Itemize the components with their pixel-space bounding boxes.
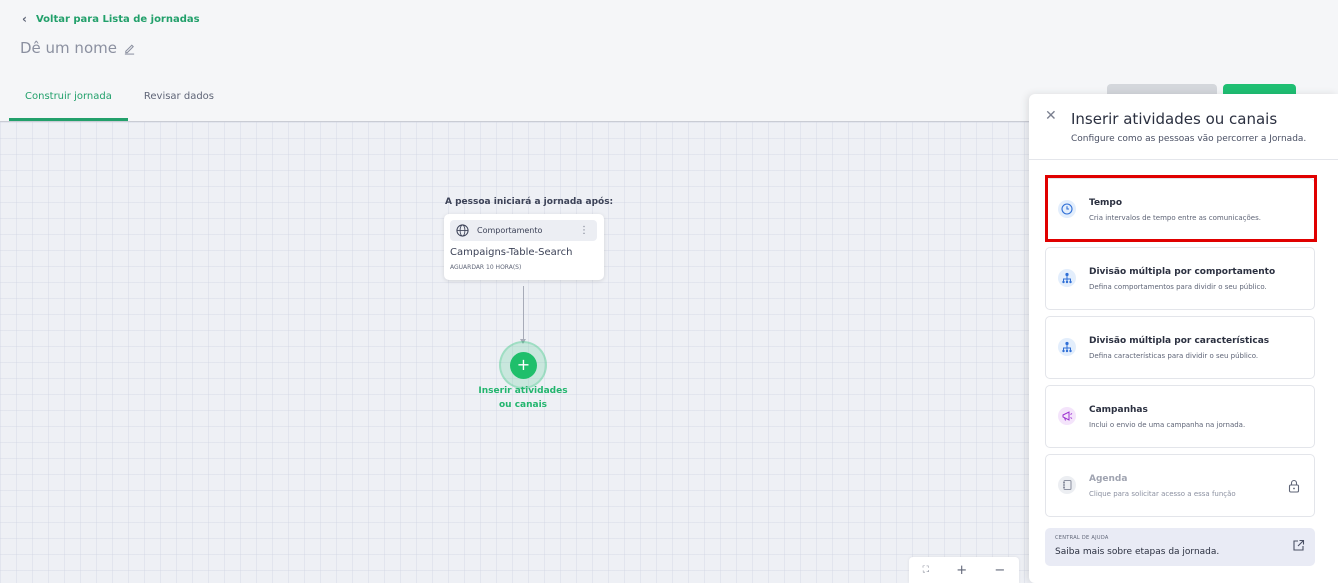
back-to-journey-list-link[interactable]: ‹ Voltar para Lista de jornadas	[22, 13, 200, 25]
option-description: Defina características para dividir o se…	[1089, 352, 1259, 360]
trigger-name: Campaigns-Table-Search	[450, 247, 573, 258]
panel-title: Inserir atividades ou canais	[1071, 110, 1278, 128]
close-icon[interactable]: ✕	[1045, 109, 1057, 123]
option-divisao-caracteristicas[interactable]: Divisão múltipla por características Def…	[1045, 316, 1315, 379]
add-node-label-line1: Inserir atividades	[478, 386, 568, 396]
option-title: Agenda	[1089, 474, 1128, 484]
help-text: Saiba mais sobre etapas da jornada.	[1055, 547, 1220, 557]
agenda-icon	[1058, 476, 1076, 494]
zoom-out-button[interactable]: −	[994, 563, 1005, 578]
zoom-in-button[interactable]: +	[956, 563, 967, 578]
help-center-link[interactable]: CENTRAL DE AJUDA Saiba mais sobre etapas…	[1045, 528, 1315, 566]
connector-line	[523, 286, 524, 342]
tab-revisar-dados[interactable]: Revisar dados	[128, 86, 230, 121]
option-campanhas[interactable]: Campanhas Inclui o envio de uma campanha…	[1045, 385, 1315, 448]
insert-activities-panel: ✕ Inserir atividades ou canais Configure…	[1029, 94, 1338, 583]
split-icon	[1058, 338, 1076, 356]
clock-icon	[1058, 200, 1076, 218]
split-icon	[1058, 269, 1076, 287]
option-tempo[interactable]: Tempo Cria intervalos de tempo entre as …	[1045, 178, 1315, 241]
start-label: A pessoa iniciará a jornada após:	[445, 197, 614, 207]
kebab-menu-icon[interactable]: ⋮	[579, 225, 589, 236]
add-node-button[interactable]: +	[510, 352, 537, 379]
external-link-icon[interactable]	[1292, 539, 1305, 552]
option-agenda[interactable]: Agenda Clique para solicitar acesso a es…	[1045, 454, 1315, 517]
panel-subtitle: Configure como as pessoas vão percorrer …	[1071, 134, 1307, 144]
option-description: Clique para solicitar acesso a essa funç…	[1089, 490, 1236, 498]
trigger-wait: AGUARDAR 10 HORA(S)	[450, 264, 522, 271]
option-description: Inclui o envio de uma campanha na jornad…	[1089, 421, 1246, 429]
lock-icon	[1288, 479, 1300, 493]
option-title: Divisão múltipla por características	[1089, 336, 1270, 346]
zoom-controls: ⛶ + −	[909, 557, 1019, 583]
globe-icon	[456, 224, 469, 237]
add-node-label-line2: ou canais	[498, 400, 548, 410]
journey-tabs: Construir jornada Revisar dados	[9, 86, 230, 121]
option-divisao-comportamento[interactable]: Divisão múltipla por comportamento Defin…	[1045, 247, 1315, 310]
journey-name-text: Dê um nome	[20, 39, 117, 57]
trigger-header: Comportamento ⋮	[450, 220, 597, 241]
panel-divider	[1029, 159, 1338, 160]
option-title: Campanhas	[1089, 405, 1148, 415]
option-title: Tempo	[1089, 198, 1123, 208]
add-node-label[interactable]: Inserir atividades ou canais	[473, 384, 573, 412]
option-title: Divisão múltipla por comportamento	[1089, 267, 1276, 277]
journey-name-field[interactable]: Dê um nome	[20, 39, 136, 57]
chevron-left-icon: ‹	[22, 12, 27, 26]
fit-screen-icon[interactable]: ⛶	[923, 565, 929, 575]
trigger-type: Comportamento	[477, 226, 543, 235]
back-link-label: Voltar para Lista de jornadas	[35, 13, 200, 25]
trigger-card[interactable]: Comportamento ⋮ Campaigns-Table-Search A…	[444, 214, 604, 280]
pencil-icon[interactable]	[123, 42, 136, 55]
option-description: Defina comportamentos para dividir o seu…	[1089, 283, 1267, 291]
help-kicker: CENTRAL DE AJUDA	[1055, 535, 1109, 541]
tab-construir-jornada[interactable]: Construir jornada	[9, 86, 128, 121]
option-description: Cria intervalos de tempo entre as comuni…	[1089, 214, 1261, 222]
megaphone-icon	[1058, 407, 1076, 425]
